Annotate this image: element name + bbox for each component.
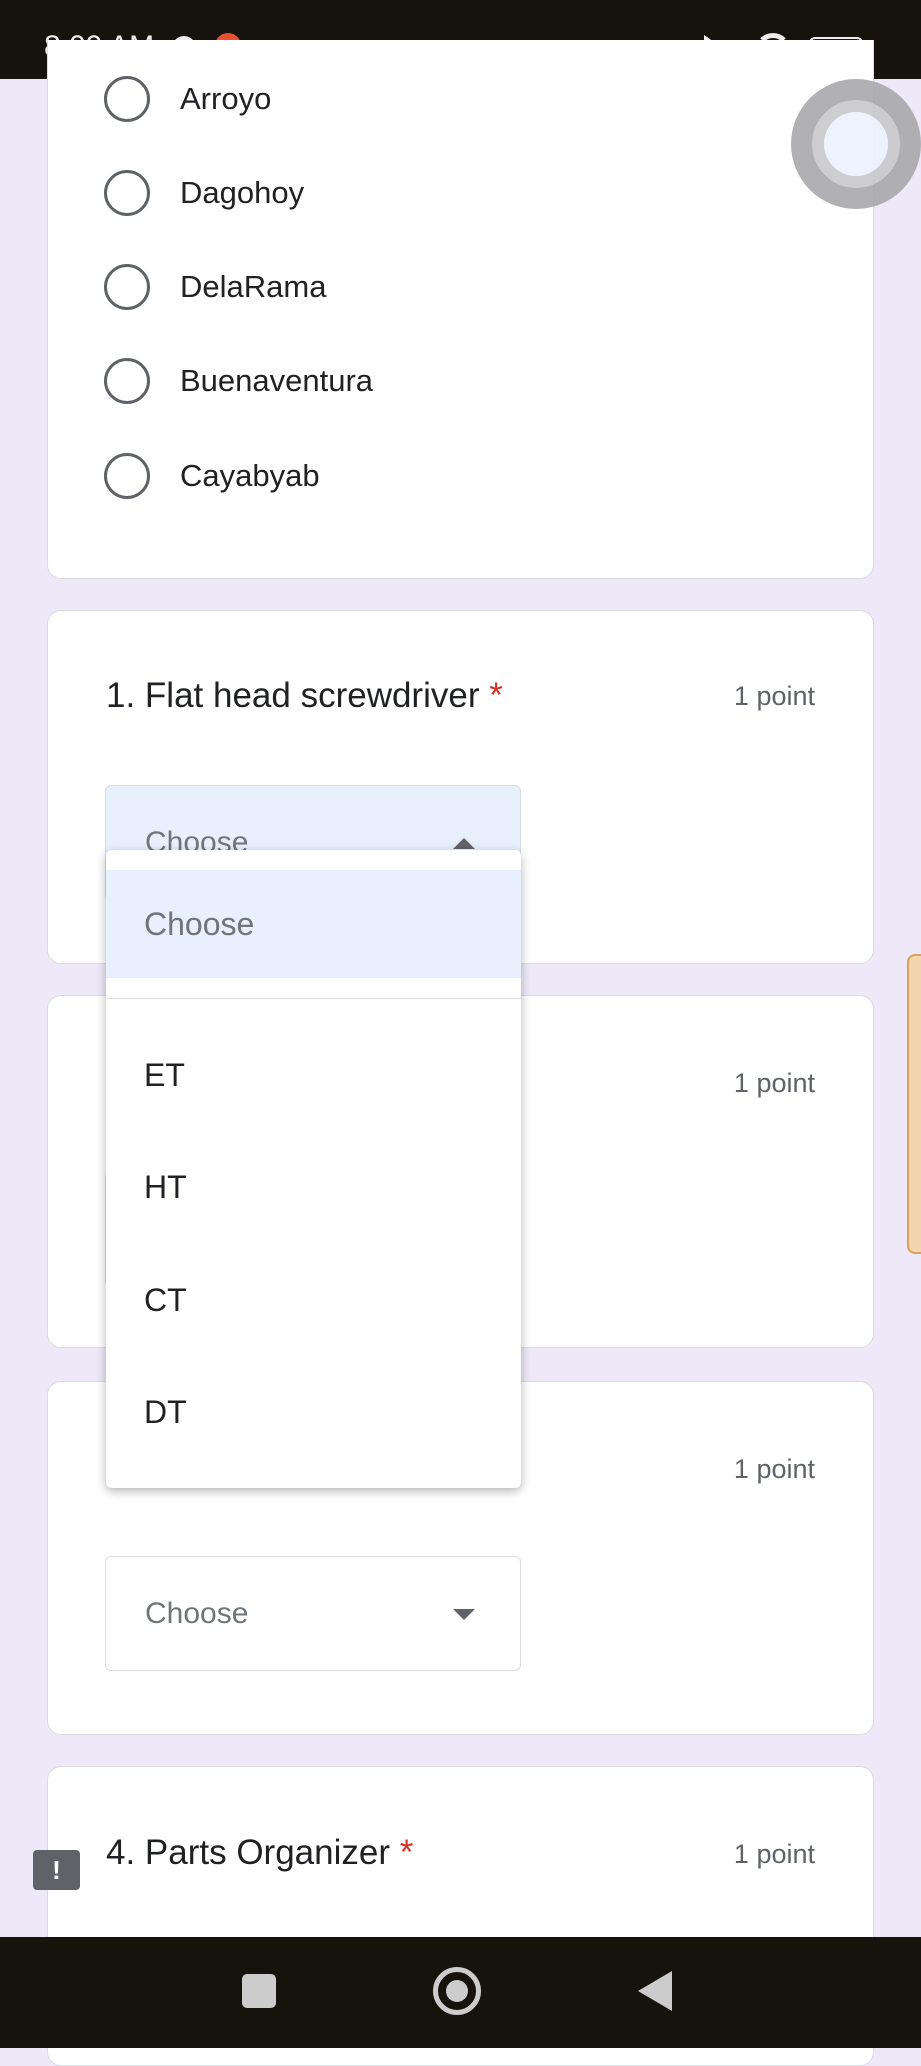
option-label: Buenaventura: [180, 363, 374, 398]
select-value: Choose: [145, 1596, 249, 1630]
previous-question-card: [47, 40, 874, 579]
radio-option-cayabyab[interactable]: [104, 453, 150, 499]
radio-option-arroyo[interactable]: [104, 76, 150, 122]
question-title-text: 4. Parts Organizer: [106, 1833, 390, 1872]
menu-item-label: CT: [144, 1282, 187, 1318]
floating-assistant-button[interactable]: [791, 79, 921, 209]
menu-item-label: Choose: [144, 906, 255, 942]
required-asterisk: *: [399, 1833, 414, 1872]
caret-up-icon: [453, 837, 475, 849]
question-title: 1. Flat head screwdriver *: [106, 676, 503, 716]
menu-item-ht[interactable]: HT: [106, 1131, 521, 1243]
feedback-icon[interactable]: !: [33, 1850, 80, 1890]
menu-item-label: HT: [144, 1169, 187, 1205]
points-label: 1 point: [733, 1068, 815, 1098]
menu-item-choose[interactable]: Choose: [106, 870, 521, 978]
question-title: 4. Parts Organizer *: [106, 1833, 413, 1873]
caret-down-icon: [453, 1608, 475, 1620]
dropdown-menu: Choose ET HT CT DT: [106, 850, 521, 1488]
points-label: 1 point: [733, 681, 815, 711]
assistant-inner-circle: [824, 112, 888, 176]
menu-item-label: DT: [144, 1394, 187, 1430]
points-label: 1 point: [733, 1454, 815, 1484]
menu-item-dt[interactable]: DT: [106, 1356, 521, 1468]
back-button[interactable]: [638, 1971, 672, 2011]
home-button[interactable]: [433, 1967, 481, 2015]
home-inner-dot: [446, 1980, 468, 2002]
option-label: Dagohoy: [180, 175, 305, 210]
menu-item-ct[interactable]: CT: [106, 1244, 521, 1356]
option-label: Cayabyab: [180, 458, 320, 493]
radio-option-buenaventura[interactable]: [104, 358, 150, 404]
menu-divider: [106, 998, 521, 999]
radio-option-delarama[interactable]: [104, 264, 150, 310]
side-panel-handle[interactable]: [907, 954, 921, 1254]
question-title-text: 1. Flat head screwdriver: [106, 676, 480, 715]
points-label: 1 point: [733, 1839, 815, 1869]
option-label: Arroyo: [180, 81, 272, 116]
recent-apps-button[interactable]: [242, 1974, 276, 2008]
radio-option-dagohoy[interactable]: [104, 170, 150, 216]
required-asterisk: *: [489, 676, 503, 715]
navigation-bar: [0, 1937, 921, 2048]
menu-item-label: ET: [144, 1057, 185, 1093]
option-label: DelaRama: [180, 269, 327, 304]
menu-item-et[interactable]: ET: [106, 1019, 521, 1131]
dropdown-select[interactable]: Choose: [105, 1556, 521, 1671]
